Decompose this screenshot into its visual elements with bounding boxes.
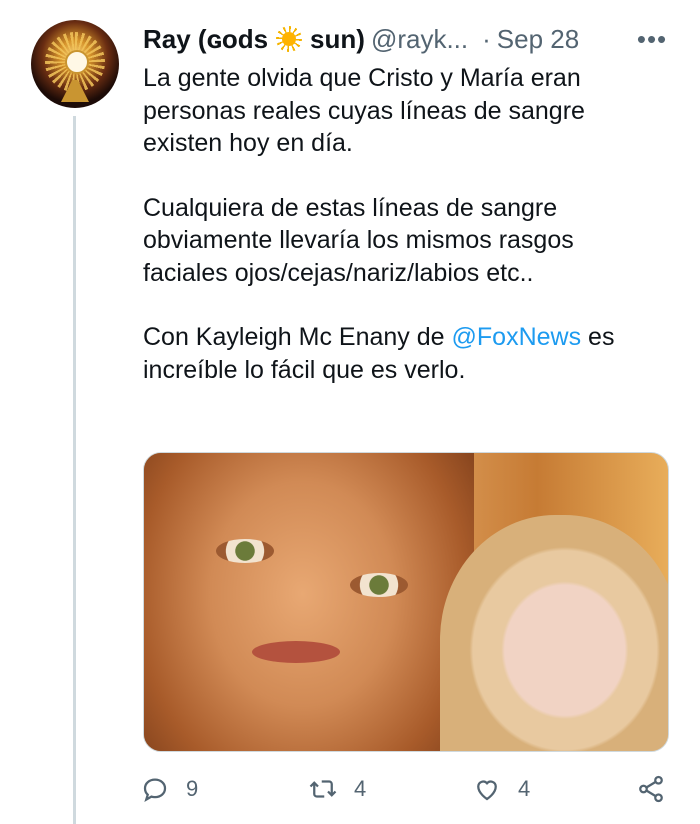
reply-button[interactable]: 9 [140, 774, 198, 804]
tweet-header: Ray (ɢods sun) @rayk... · Sep 28 [143, 22, 613, 56]
painted-face [144, 453, 474, 751]
display-name[interactable]: Ray (ɢods sun) [143, 24, 365, 55]
retweet-icon [309, 780, 337, 798]
tweet-paragraph: Con Kayleigh Mc Enany de @FoxNews es inc… [143, 321, 663, 386]
retweet-button[interactable]: 4 [308, 774, 366, 804]
reply-count: 9 [186, 776, 199, 801]
sun-icon [276, 26, 303, 52]
eye [216, 539, 274, 563]
mention-link[interactable]: @FoxNews [452, 323, 582, 351]
like-icon [477, 780, 497, 801]
tweet-date[interactable]: Sep 28 [497, 24, 579, 55]
tweet-paragraph: Cualquiera de estas líneas de sangre obv… [143, 193, 574, 287]
more-icon[interactable]: ••• [636, 26, 668, 52]
photo-face [440, 515, 668, 751]
like-button[interactable]: 4 [472, 774, 530, 804]
tweet-image[interactable] [143, 452, 669, 752]
eye [350, 573, 408, 597]
tweet-actions: 9 4 4 [140, 774, 674, 808]
display-name-post: sun) [310, 23, 365, 54]
user-handle[interactable]: @rayk... [371, 24, 468, 55]
share-icon [639, 775, 663, 803]
avatar[interactable] [31, 20, 119, 108]
display-name-pre: Ray (ɢods [143, 23, 269, 54]
share-button[interactable] [636, 774, 682, 804]
tweet-text: La gente olvida que Cristo y María eran … [143, 62, 663, 418]
thread-line [73, 116, 76, 824]
p3-before: Con Kayleigh Mc Enany de [143, 323, 452, 351]
like-count: 4 [518, 776, 531, 801]
retweet-count: 4 [354, 776, 367, 801]
separator-dot: · [482, 23, 491, 54]
avatar-host [65, 50, 89, 74]
tweet-paragraph: La gente olvida que Cristo y María eran … [143, 64, 585, 157]
lips [252, 641, 340, 663]
reply-icon [143, 778, 167, 803]
